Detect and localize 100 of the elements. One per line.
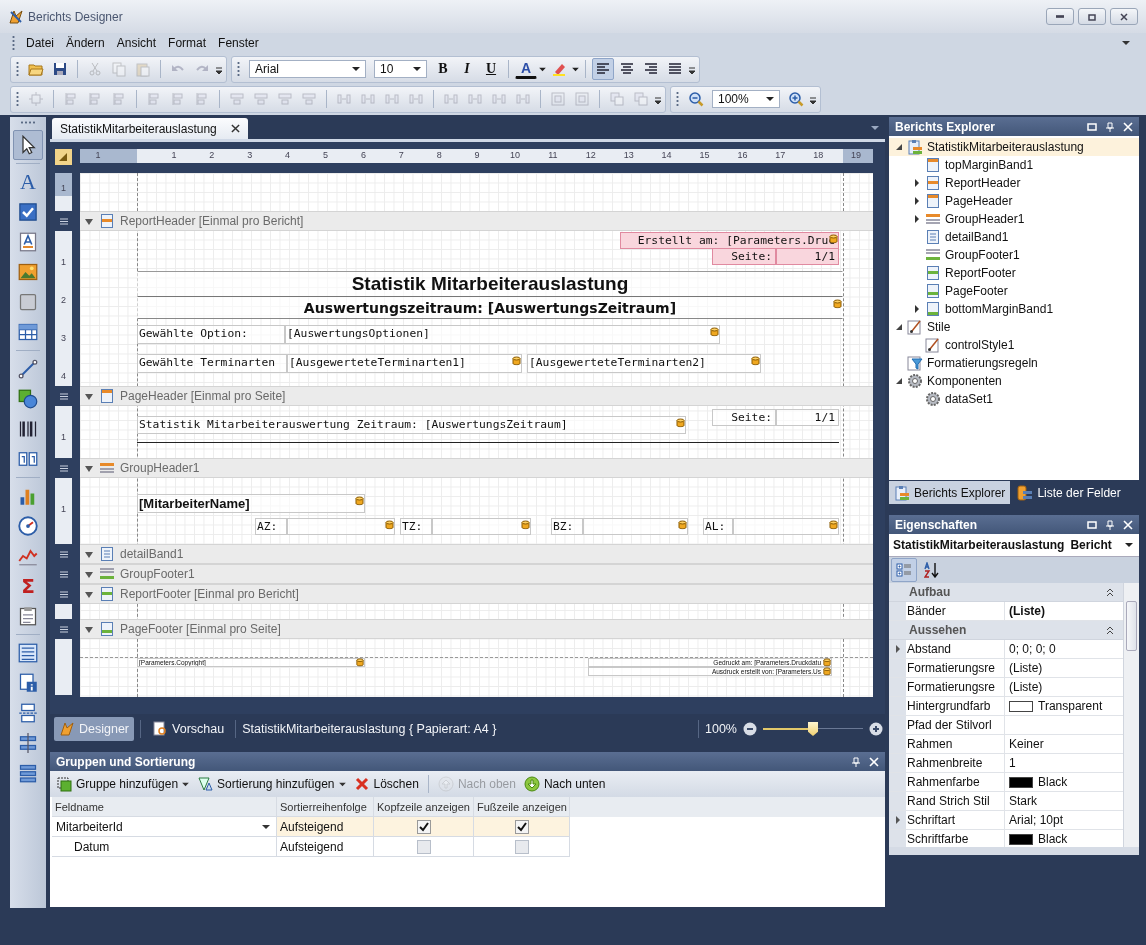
zoom-dropdown[interactable]: 100%	[712, 90, 780, 108]
tree-item[interactable]: GroupFooter1	[889, 246, 1139, 264]
font-size-dropdown[interactable]: 10	[374, 60, 427, 78]
tree-item[interactable]: bottomMarginBand1	[889, 300, 1139, 318]
toolbar-button[interactable]: Löschen	[350, 773, 422, 795]
band-caption: detailBand1	[120, 547, 184, 561]
label-tool[interactable]: A	[13, 167, 43, 197]
report-label[interactable]: 1/1	[776, 409, 839, 426]
report-label[interactable]: Gewählte Option:	[137, 325, 285, 344]
panel-tab[interactable]: Berichts Explorer	[889, 481, 1011, 504]
tree-item[interactable]: PageHeader	[889, 192, 1139, 210]
tree-item[interactable]: Formatierungsregeln	[889, 354, 1139, 372]
summary-tool[interactable]: Σ	[13, 571, 43, 601]
property-value[interactable]: 1	[1009, 756, 1016, 770]
tree-item[interactable]: controlStyle1	[889, 336, 1139, 354]
property-value[interactable]: Black	[1038, 832, 1068, 846]
tree-item[interactable]: ReportFooter	[889, 264, 1139, 282]
report-label[interactable]: Seite:	[712, 409, 776, 426]
report-label[interactable]: [AuswertungsOptionen]	[285, 325, 720, 344]
category-header[interactable]: Aussehen	[889, 621, 1123, 640]
category-header[interactable]: Aufbau	[889, 583, 1123, 602]
ruler-label: 4	[60, 371, 67, 381]
report-label[interactable]: Statistik Mitarbeiterauswertung Zeitraum: [AuswertungsZeitraum]	[137, 416, 686, 434]
report-label[interactable]: [AusgewerteteTerminarten2]	[527, 354, 761, 373]
toolbar-button[interactable]: Gruppe hinzufügen	[53, 773, 193, 795]
ruler-label: 19	[851, 150, 862, 160]
menu-item[interactable]: Ändern	[61, 36, 110, 50]
tree-item[interactable]: GroupHeader1	[889, 210, 1139, 228]
tree-label: Komponenten	[927, 374, 1002, 388]
menu-item[interactable]: Fenster	[213, 36, 264, 50]
tree-item[interactable]: ReportHeader	[889, 174, 1139, 192]
zoom-level: 100%	[705, 722, 737, 736]
field-name-cell[interactable]: Datum	[52, 837, 277, 857]
italic-button[interactable]: I	[456, 58, 478, 80]
report-caption: StatistikMitarbeiterauslastung { Papierart: A4 }	[242, 722, 497, 736]
ruler-label: 11	[548, 150, 558, 160]
band-caption-bar[interactable]: GroupFooter1	[80, 564, 873, 584]
ruler-label: 1	[171, 150, 177, 160]
column-header[interactable]: Feldname	[52, 797, 277, 817]
tree-item[interactable]: detailBand1	[889, 228, 1139, 246]
band-caption-bar[interactable]: PageFooter [Einmal pro Seite]	[80, 619, 873, 639]
property-value[interactable]: Arial; 10pt	[1009, 813, 1064, 827]
report-label[interactable]: 1/1	[776, 248, 839, 265]
grouping-row[interactable]: MitarbeiterId Aufsteigend	[52, 817, 885, 837]
report-label[interactable]: TZ:	[400, 518, 432, 535]
tree-item[interactable]: topMarginBand1	[889, 156, 1139, 174]
view-tab[interactable]: Vorschau	[147, 717, 230, 741]
report-label[interactable]: Auswertungszeitraum: [AuswertungsZeitraum]	[137, 297, 843, 319]
tree-item[interactable]: StatistikMitarbeiterauslastung	[889, 138, 1139, 156]
property-value[interactable]: (Liste)	[1009, 661, 1043, 675]
grouping-row[interactable]: Datum Aufsteigend	[52, 837, 885, 857]
toolbar-button[interactable]: Sortierung hinzufügen	[194, 773, 349, 795]
property-value[interactable]: Transparent	[1038, 699, 1103, 713]
tree-item[interactable]: Komponenten	[889, 372, 1139, 390]
report-label[interactable]: BZ:	[551, 518, 583, 535]
underline-button[interactable]: U	[480, 58, 502, 80]
report-label[interactable]: Erstellt am: [Parameters.Druc	[620, 232, 839, 249]
property-value[interactable]: Stark	[1009, 794, 1037, 808]
sort-order-cell[interactable]: Aufsteigend	[277, 817, 374, 837]
menu-item[interactable]: Format	[163, 36, 212, 50]
band-caption-bar[interactable]: GroupHeader1	[80, 458, 873, 478]
panel-tab[interactable]: Liste der Felder	[1012, 481, 1126, 504]
report-label[interactable]: [MitarbeiterName]	[137, 494, 365, 513]
property-value[interactable]: Keiner	[1009, 737, 1044, 751]
band-caption-bar[interactable]: ReportFooter [Einmal pro Bericht]	[80, 584, 873, 604]
property-value[interactable]: Black	[1038, 775, 1068, 789]
band-caption-bar[interactable]: ReportHeader [Einmal pro Bericht]	[80, 211, 873, 231]
document-tab[interactable]: StatistikMitarbeiterauslastung	[52, 118, 248, 139]
ruler-label: 7	[398, 150, 404, 160]
report-label[interactable]: Seite:	[712, 248, 776, 265]
report-label[interactable]: AZ:	[255, 518, 287, 535]
tree-item[interactable]: dataSet1	[889, 390, 1139, 408]
tree-label: bottomMarginBand1	[945, 302, 1054, 316]
bold-button[interactable]: B	[432, 58, 454, 80]
ruler-label: 5	[323, 150, 328, 160]
object-name: StatistikMitarbeiterauslastung	[893, 538, 1065, 552]
property-value[interactable]: (Liste)	[1009, 604, 1045, 618]
band-caption-bar[interactable]: PageHeader [Einmal pro Seite]	[80, 386, 873, 406]
property-value[interactable]: 0; 0; 0; 0	[1009, 642, 1056, 656]
band-caption-bar[interactable]: detailBand1	[80, 544, 873, 564]
ruler-label: 1	[95, 150, 101, 160]
report-label[interactable]: AL:	[703, 518, 733, 535]
report-label[interactable]: Statistik Mitarbeiterauslastung	[137, 271, 843, 297]
sort-order-cell[interactable]: Aufsteigend	[277, 837, 374, 857]
tree-label: GroupFooter1	[945, 248, 1020, 262]
menu-item[interactable]: Ansicht	[111, 36, 162, 50]
menu-item[interactable]: Datei	[21, 36, 59, 50]
tree-item[interactable]: PageFooter	[889, 282, 1139, 300]
category-label: Aussehen	[909, 623, 967, 637]
report-label[interactable]: [AusgewerteteTerminarten1]	[287, 354, 522, 373]
report-label[interactable]: Gewählte Terminarten	[137, 354, 287, 373]
font-dropdown[interactable]: Arial	[249, 60, 366, 78]
field-name-cell[interactable]: MitarbeiterId	[52, 817, 277, 837]
tree-item[interactable]: Stile	[889, 318, 1139, 336]
toolbar-button[interactable]: Nach unten	[520, 773, 609, 795]
property-name: Rand Strich Stil	[906, 792, 1005, 810]
ruler-label: 16	[737, 150, 748, 160]
panel-title: Berichts Explorer	[895, 119, 996, 134]
property-value[interactable]: (Liste)	[1009, 680, 1043, 694]
font-color-button[interactable]: A	[515, 59, 537, 79]
